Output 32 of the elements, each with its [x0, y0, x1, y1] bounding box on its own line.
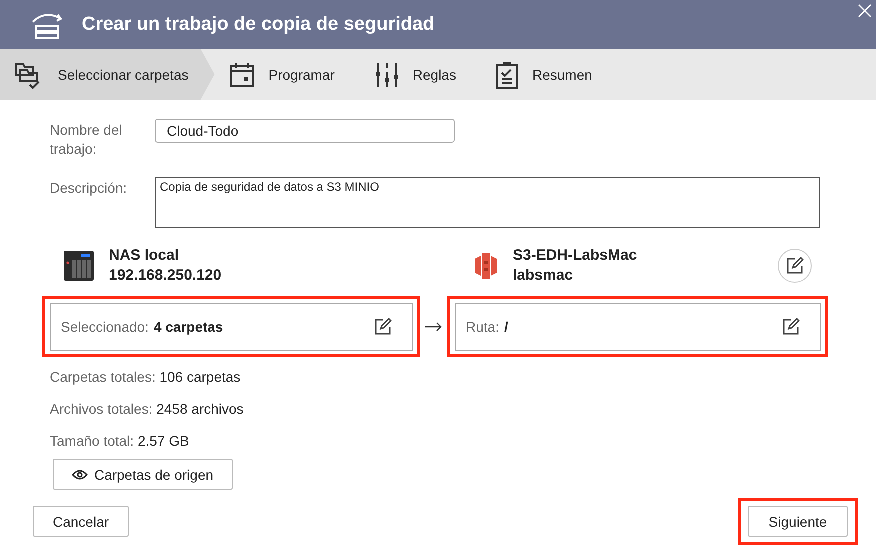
stat-line: Carpetas totales: 106 carpetas	[50, 369, 242, 386]
edit-button[interactable]	[778, 249, 812, 283]
step-tab[interactable]: Resumen	[482, 49, 618, 100]
clipboard-check-icon	[496, 60, 518, 88]
step-tab[interactable]: Reglas	[360, 49, 482, 100]
calendar-icon	[228, 62, 255, 88]
arrow-icon	[424, 322, 442, 332]
field-label: Descripción:	[50, 179, 128, 198]
step-tab[interactable]: Seleccionar carpetas	[0, 49, 215, 100]
cancel-button[interactable]: Cancelar	[33, 506, 129, 537]
window-title: Crear un trabajo de copia de seguridad	[82, 14, 435, 36]
edit-icon	[782, 318, 800, 336]
sliders-icon	[374, 62, 399, 88]
box-label: Ruta:	[466, 319, 500, 335]
bucket-icon	[473, 251, 499, 281]
box-value: 4 carpetas	[154, 319, 224, 335]
box-label: Seleccionado:	[61, 319, 149, 335]
stat-line: Archivos totales: 2458 archivos	[50, 401, 245, 418]
nas-device-icon	[63, 250, 95, 282]
step-tab[interactable]: Programar	[214, 49, 361, 100]
description-field[interactable]: Copia de seguridad de datos a S3 MINIO	[155, 177, 820, 228]
edit-icon	[786, 257, 804, 275]
endpoint-name: S3-EDH-LabsMac labsmac	[513, 246, 638, 286]
endpoint-name: NAS local 192.168.250.120	[109, 246, 222, 286]
stat-line: Tamaño total: 2.57 GB	[50, 433, 190, 450]
name-field[interactable]: Cloud-Todo	[155, 119, 455, 143]
box-value: /	[504, 319, 510, 335]
eye-icon	[72, 468, 88, 480]
source-folders-button[interactable]: Carpetas de origen	[53, 459, 233, 490]
close-icon[interactable]	[858, 4, 872, 18]
edit-icon	[374, 318, 392, 336]
field-label: Nombre del trabajo:	[50, 121, 124, 159]
